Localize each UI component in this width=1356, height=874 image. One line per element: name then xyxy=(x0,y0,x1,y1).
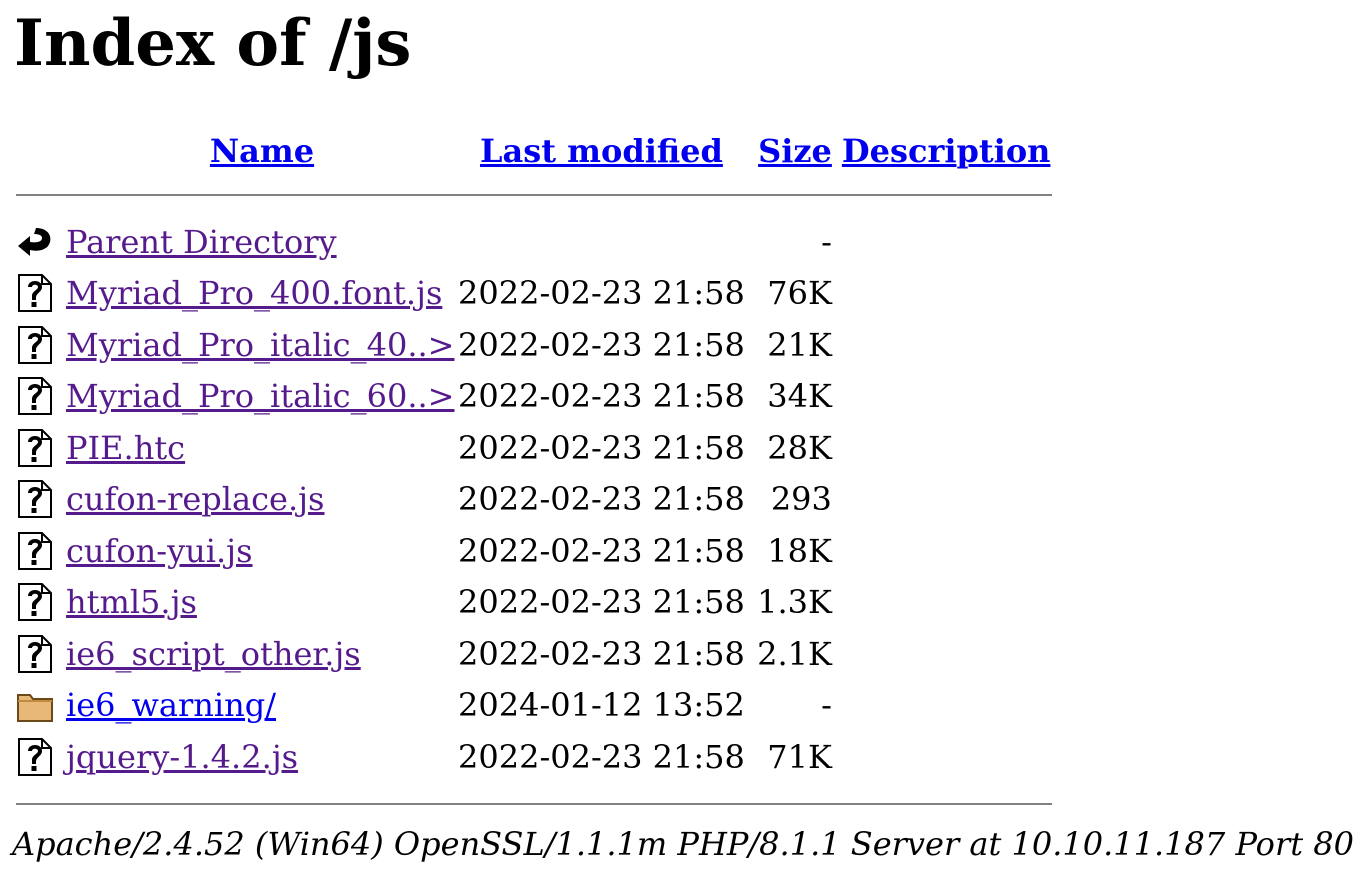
file-link[interactable]: ie6_script_other.js xyxy=(66,635,361,673)
size-cell: 18K xyxy=(767,531,832,570)
description-cell xyxy=(832,422,1052,474)
unknown-file-icon xyxy=(16,376,54,416)
file-link[interactable]: Myriad_Pro_400.font.js xyxy=(66,274,442,312)
file-link[interactable]: html5.js xyxy=(66,583,197,621)
table-row: PIE.htc 2022-02-23 21:58 28K xyxy=(16,422,1052,474)
unknown-file-icon xyxy=(16,634,54,674)
parent-directory-link[interactable]: Parent Directory xyxy=(66,223,337,261)
page-title: Index of /js xyxy=(14,6,412,81)
size-cell: - xyxy=(821,686,832,725)
size-cell: 1.3K xyxy=(757,583,832,622)
table-row: ie6_script_other.js 2022-02-23 21:58 2.1K xyxy=(16,628,1052,680)
size-cell: 293 xyxy=(770,480,832,519)
last-modified-cell: 2022-02-23 21:58 xyxy=(458,737,745,776)
sort-by-description-link[interactable]: Description xyxy=(842,132,1051,170)
file-link[interactable]: jquery-1.4.2.js xyxy=(66,738,298,776)
table-row: Myriad_Pro_italic_60..> 2022-02-23 21:58 3… xyxy=(16,371,1052,423)
last-modified-cell: 2022-02-23 21:58 xyxy=(458,634,745,673)
file-link[interactable]: PIE.htc xyxy=(66,429,185,467)
table-row: cufon-yui.js 2022-02-23 21:58 18K xyxy=(16,525,1052,577)
description-cell xyxy=(832,319,1052,371)
size-cell: - xyxy=(821,222,832,261)
table-row: Myriad_Pro_italic_40..> 2022-02-23 21:58 2… xyxy=(16,319,1052,371)
table-row: ie6_warning/2024-01-12 13:52 - xyxy=(16,680,1052,732)
description-cell xyxy=(832,268,1052,320)
size-cell: 21K xyxy=(767,325,832,364)
unknown-file-icon xyxy=(16,582,54,622)
last-modified-cell: 2024-01-12 13:52 xyxy=(458,686,745,725)
bottom-divider xyxy=(16,802,1052,805)
file-link[interactable]: cufon-yui.js xyxy=(66,532,253,570)
size-cell: 76K xyxy=(767,274,832,313)
description-cell xyxy=(832,474,1052,526)
unknown-file-icon xyxy=(16,428,54,468)
table-row: cufon-replace.js 2022-02-23 21:58 293 xyxy=(16,474,1052,526)
parent-directory-row: Parent Directory - xyxy=(16,216,1052,268)
directory-listing: Name Last modified Size Description Pare… xyxy=(16,128,1052,825)
table-row: Myriad_Pro_400.font.js 2022-02-23 21:58 76… xyxy=(16,268,1052,320)
table-row: jquery-1.4.2.js 2022-02-23 21:58 71K xyxy=(16,731,1052,783)
file-link[interactable]: Myriad_Pro_italic_40..> xyxy=(66,326,454,364)
file-link[interactable]: Myriad_Pro_italic_60..> xyxy=(66,377,454,415)
header-row: Name Last modified Size Description xyxy=(16,128,1052,174)
last-modified-cell: 2022-02-23 21:58 xyxy=(458,377,745,416)
sort-by-last-modified-link[interactable]: Last modified xyxy=(480,132,723,170)
unknown-file-icon xyxy=(16,479,54,519)
file-link[interactable]: ie6_warning/ xyxy=(66,686,276,724)
last-modified-cell xyxy=(458,216,745,268)
description-cell xyxy=(832,577,1052,629)
size-cell: 28K xyxy=(767,428,832,467)
last-modified-cell: 2022-02-23 21:58 xyxy=(458,325,745,364)
description-cell xyxy=(832,731,1052,783)
unknown-file-icon xyxy=(16,737,54,777)
unknown-file-icon xyxy=(16,325,54,365)
top-divider xyxy=(16,194,1052,196)
sort-by-size-link[interactable]: Size xyxy=(758,132,832,170)
last-modified-cell: 2022-02-23 21:58 xyxy=(458,274,745,313)
unknown-file-icon xyxy=(16,273,54,313)
size-cell: 71K xyxy=(767,737,832,776)
size-cell: 34K xyxy=(767,377,832,416)
description-cell xyxy=(832,525,1052,577)
description-cell xyxy=(832,216,1052,268)
folder-icon xyxy=(16,685,54,725)
size-cell: 2.1K xyxy=(757,634,832,673)
file-link[interactable]: cufon-replace.js xyxy=(66,480,324,518)
description-cell xyxy=(832,371,1052,423)
table-row: html5.js 2022-02-23 21:58 1.3K xyxy=(16,577,1052,629)
description-cell xyxy=(832,628,1052,680)
server-signature: Apache/2.4.52 (Win64) OpenSSL/1.1.1m PHP… xyxy=(12,825,1354,863)
last-modified-cell: 2022-02-23 21:58 xyxy=(458,480,745,519)
back-icon xyxy=(16,222,54,262)
description-cell xyxy=(832,680,1052,732)
last-modified-cell: 2022-02-23 21:58 xyxy=(458,583,745,622)
unknown-file-icon xyxy=(16,531,54,571)
last-modified-cell: 2022-02-23 21:58 xyxy=(458,531,745,570)
sort-by-name-link[interactable]: Name xyxy=(210,132,314,170)
last-modified-cell: 2022-02-23 21:58 xyxy=(458,428,745,467)
